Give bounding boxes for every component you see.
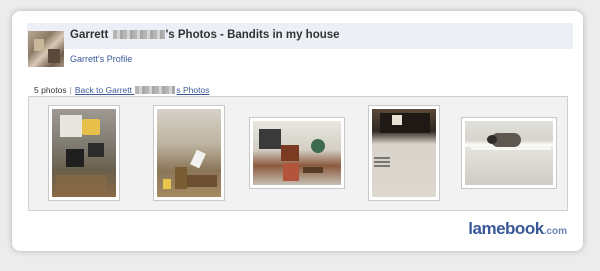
album-meta: 5 photos | Back to Garrett s Photos [34,85,209,95]
photo-album-card: Garrett 's Photos - Bandits in my house … [12,11,583,251]
photo-image [52,109,116,197]
photo-thumbnail-4[interactable] [368,105,440,201]
photo-thumbnail-3[interactable] [249,117,345,189]
photo-image [253,121,341,185]
redacted-surname [112,30,165,39]
title-owner-first-name: Garrett [70,29,109,41]
photo-image [157,109,221,197]
photo-image [465,121,553,185]
back-to-photos-link[interactable]: Back to Garrett s Photos [75,85,210,95]
photo-thumbnail-2[interactable] [153,105,225,201]
lamebook-logo[interactable]: lamebook.com [468,219,567,239]
avatar[interactable] [28,31,64,67]
redacted-surname [135,86,176,94]
logo-main: lamebook [468,219,544,238]
logo-suffix: .com [543,226,567,237]
page-title: Garrett 's Photos - Bandits in my house [70,29,340,41]
title-album-name: 's Photos - Bandits in my house [165,29,340,41]
back-link-suffix: s Photos [176,85,210,95]
profile-link[interactable]: Garrett's Profile [70,54,132,64]
photo-image [372,109,436,197]
meta-separator: | [69,85,72,95]
back-link-prefix: Back to Garrett [74,85,133,95]
photo-thumbnail-1[interactable] [48,105,120,201]
photo-count: 5 photos [34,85,67,95]
photo-thumbnail-5[interactable] [461,117,557,189]
photo-grid [28,96,568,211]
